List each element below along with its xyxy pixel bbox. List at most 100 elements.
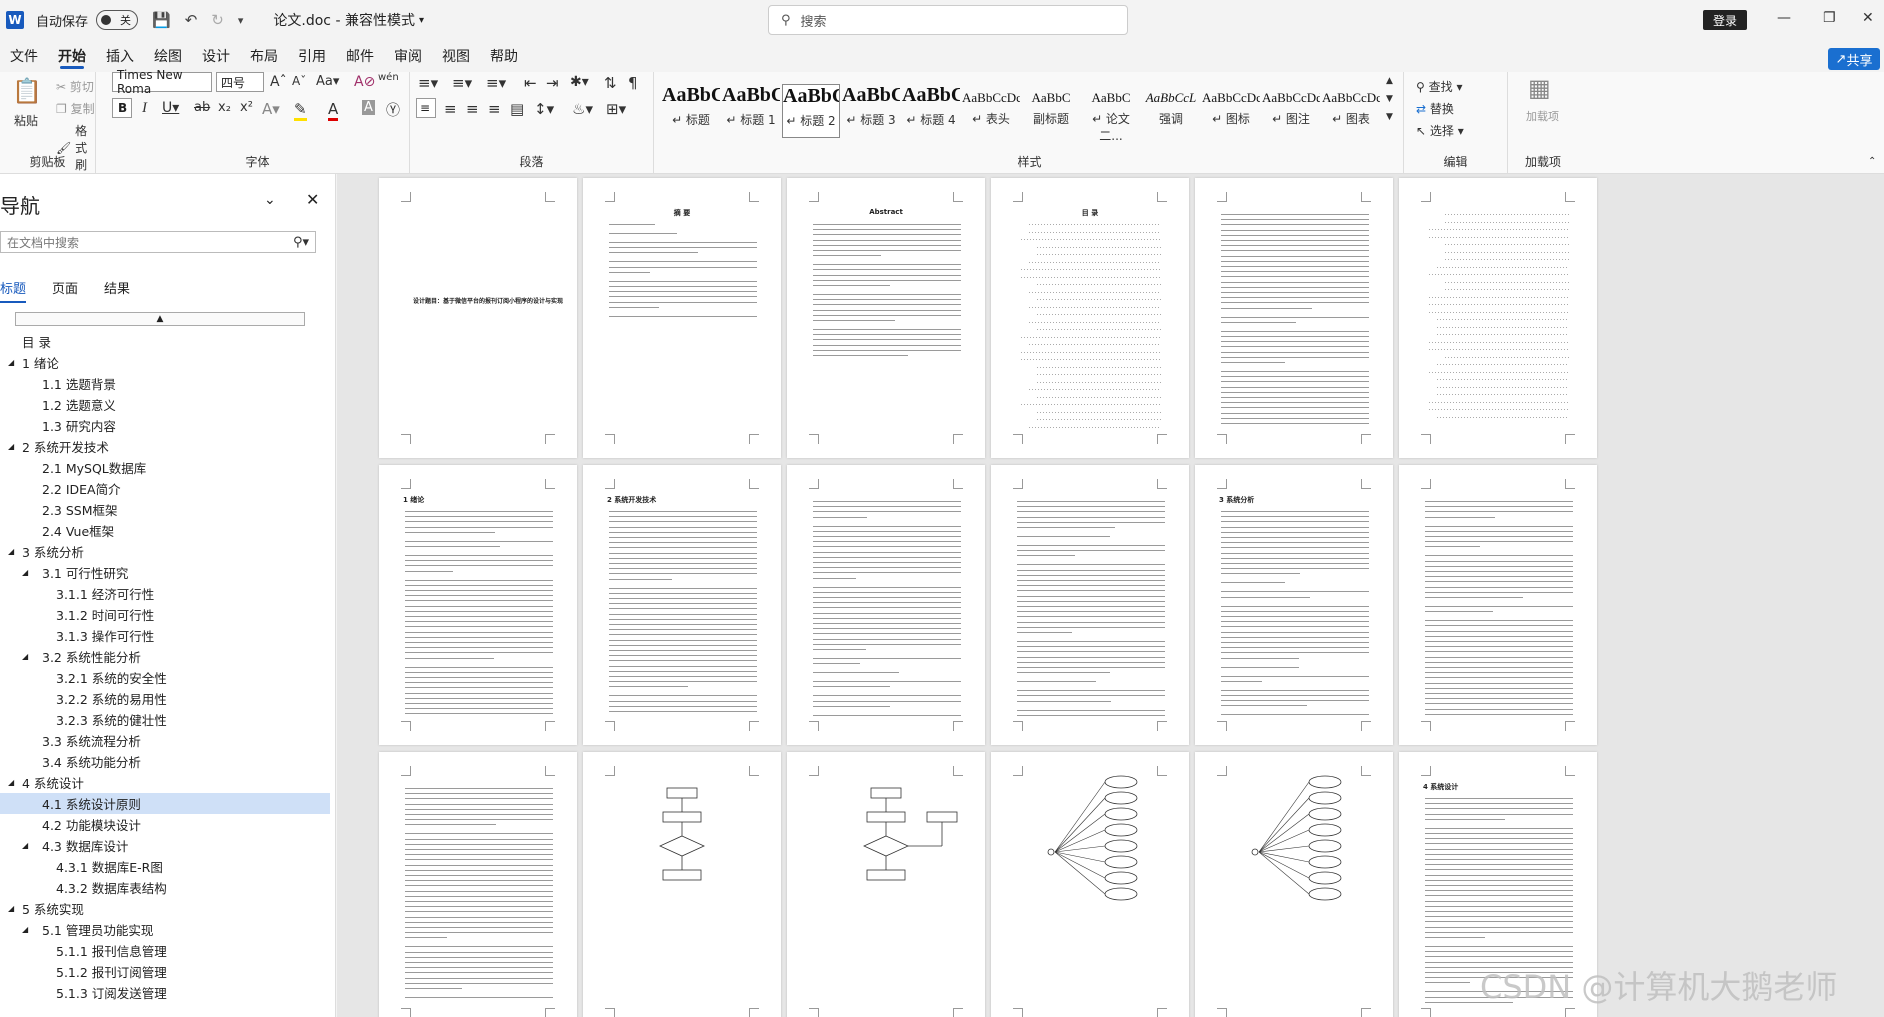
- collapse-triangle-icon[interactable]: ◢: [22, 652, 32, 661]
- nav-tab[interactable]: 标题: [0, 278, 27, 303]
- superscript-button[interactable]: x²: [240, 100, 253, 115]
- styles-scroll-down-icon[interactable]: ▼: [1386, 94, 1393, 104]
- toc-item[interactable]: ◢ 3.2 系统性能分析: [0, 646, 330, 667]
- underline-button[interactable]: U▾: [162, 100, 179, 116]
- page-thumbnail[interactable]: [1195, 752, 1393, 1017]
- distributed-icon[interactable]: ▤: [510, 100, 524, 118]
- copy-button[interactable]: ❐ 复制: [56, 100, 95, 117]
- menu-tab-6[interactable]: 引用: [288, 40, 336, 72]
- toc-item[interactable]: 1.3 研究内容: [0, 415, 330, 436]
- collapse-ribbon-icon[interactable]: ⌃: [1868, 156, 1876, 167]
- highlight-color-icon[interactable]: ✎: [294, 100, 307, 121]
- italic-button[interactable]: I: [142, 100, 147, 117]
- toc-item[interactable]: 2.4 Vue框架: [0, 520, 330, 541]
- cut-button[interactable]: ✂ 剪切: [56, 78, 94, 95]
- enclose-character-icon[interactable]: Ⓨ: [386, 100, 400, 120]
- redo-icon[interactable]: ↻: [211, 11, 224, 29]
- decrease-indent-icon[interactable]: ⇤: [524, 74, 537, 92]
- bullets-icon[interactable]: ≡▾: [418, 74, 438, 92]
- minimize-icon[interactable]: —: [1777, 10, 1791, 26]
- toc-item[interactable]: 2.3 SSM框架: [0, 499, 330, 520]
- toc-item[interactable]: 3.1.2 时间可行性: [0, 604, 330, 625]
- page-thumbnail[interactable]: 目 录: [991, 178, 1189, 458]
- toc-item[interactable]: 3.2.3 系统的健壮性: [0, 709, 330, 730]
- toc-item[interactable]: ◢ 5 系统实现: [0, 898, 330, 919]
- show-marks-icon[interactable]: ¶: [628, 74, 638, 92]
- style-item[interactable]: AaBbC 副标题: [1022, 84, 1080, 138]
- styles-scroll-up-icon[interactable]: ▲: [1386, 76, 1393, 86]
- collapse-triangle-icon[interactable]: ◢: [8, 358, 18, 367]
- page-thumbnail[interactable]: [1399, 465, 1597, 745]
- save-icon[interactable]: 💾: [152, 11, 171, 29]
- font-name-select[interactable]: Times New Roma: [112, 68, 212, 96]
- toc-item[interactable]: ◢ 1 绪论: [0, 352, 330, 373]
- align-right-icon[interactable]: ≡: [466, 100, 479, 118]
- page-thumbnail[interactable]: 3 系统分析: [1195, 465, 1393, 745]
- addins-grid-icon[interactable]: ▦: [1528, 74, 1551, 102]
- toc-item[interactable]: ◢ 5.1 管理员功能实现: [0, 919, 330, 940]
- toc-item[interactable]: ◢ 3.1 可行性研究: [0, 562, 330, 583]
- nav-tab[interactable]: 页面: [52, 278, 78, 303]
- collapse-triangle-icon[interactable]: ◢: [8, 442, 18, 451]
- collapse-triangle-icon[interactable]: ◢: [22, 568, 32, 577]
- restore-icon[interactable]: ❐: [1823, 10, 1836, 26]
- login-button[interactable]: 登录: [1703, 10, 1747, 30]
- change-case-icon[interactable]: Aa▾: [316, 74, 339, 89]
- undo-icon[interactable]: ↶: [185, 11, 198, 29]
- bold-button[interactable]: B: [112, 98, 132, 118]
- toc-item[interactable]: ◢ 4.3 数据库设计: [0, 835, 330, 856]
- toc-item[interactable]: 4.2 功能模块设计: [0, 814, 330, 835]
- menu-tab-0[interactable]: 文件: [0, 40, 48, 72]
- font-color-icon[interactable]: A: [328, 100, 339, 121]
- nav-search-input[interactable]: 在文档中搜索 ⚲▾: [0, 231, 316, 253]
- menu-tab-5[interactable]: 布局: [240, 40, 288, 72]
- page-thumbnail[interactable]: [1195, 178, 1393, 458]
- toc-scroll-up-bar[interactable]: ▲: [15, 312, 305, 326]
- style-item[interactable]: AaBbCcDc ↵ 图标: [1202, 84, 1260, 138]
- replace-button[interactable]: ⇄ 替换: [1416, 100, 1454, 117]
- toc-item[interactable]: 3.1.3 操作可行性: [0, 625, 330, 646]
- subscript-button[interactable]: x₂: [218, 100, 231, 115]
- select-button[interactable]: ↖ 选择 ▾: [1416, 122, 1464, 139]
- search-box[interactable]: ⚲ 搜索: [768, 5, 1128, 35]
- page-thumbnail[interactable]: [379, 752, 577, 1017]
- toc-item[interactable]: 5.1.2 报刊订阅管理: [0, 961, 330, 982]
- toc-item[interactable]: 1.2 选题意义: [0, 394, 330, 415]
- toc-item[interactable]: ◢ 4 系统设计: [0, 772, 330, 793]
- multilevel-list-icon[interactable]: ≡▾: [486, 74, 506, 92]
- strikethrough-button[interactable]: ab: [194, 100, 210, 115]
- page-thumbnail[interactable]: 1 绪论: [379, 465, 577, 745]
- shading-icon[interactable]: ♨▾: [572, 100, 593, 118]
- nav-tab[interactable]: 结果: [104, 278, 130, 303]
- style-item[interactable]: AaBbCcDc ↵ 表头: [962, 84, 1020, 138]
- page-thumbnail[interactable]: [991, 752, 1189, 1017]
- collapse-triangle-icon[interactable]: ◢: [22, 925, 32, 934]
- style-item[interactable]: AaBbCcDd ↵ 图注: [1262, 84, 1320, 138]
- style-item[interactable]: AaBbC ↵ 标题 1: [722, 84, 780, 138]
- collapse-triangle-icon[interactable]: ◢: [8, 904, 18, 913]
- nav-close-icon[interactable]: ✕: [306, 190, 319, 209]
- phonetic-guide-icon[interactable]: wén: [378, 72, 399, 83]
- menu-tab-9[interactable]: 视图: [432, 40, 480, 72]
- collapse-triangle-icon[interactable]: ◢: [8, 547, 18, 556]
- customize-quick-access-icon[interactable]: ▾: [238, 14, 244, 27]
- toc-item[interactable]: 5.1.3 订阅发送管理: [0, 982, 330, 1003]
- paste-button[interactable]: 粘贴: [14, 112, 38, 129]
- toc-item[interactable]: ◢ 2 系统开发技术: [0, 436, 330, 457]
- toc-item[interactable]: 2.1 MySQL数据库: [0, 457, 330, 478]
- document-title[interactable]: 论文.doc - 兼容性模式: [273, 10, 415, 30]
- clear-format-icon[interactable]: A⊘: [354, 74, 375, 90]
- page-thumbnail[interactable]: [1399, 178, 1597, 458]
- menu-tab-1[interactable]: 开始: [48, 40, 96, 72]
- shrink-font-icon[interactable]: Aˇ: [292, 74, 306, 88]
- toc-item[interactable]: ◢ 3 系统分析: [0, 541, 330, 562]
- toc-item[interactable]: 3.2.1 系统的安全性: [0, 667, 330, 688]
- page-thumbnail[interactable]: [787, 465, 985, 745]
- borders-icon[interactable]: ⊞▾: [606, 100, 626, 118]
- toc-item[interactable]: 1.1 选题背景: [0, 373, 330, 394]
- menu-tab-8[interactable]: 审阅: [384, 40, 432, 72]
- numbering-icon[interactable]: ≡▾: [452, 74, 472, 92]
- menu-tab-7[interactable]: 邮件: [336, 40, 384, 72]
- style-item[interactable]: AaBbC ↵ 论文二...: [1082, 84, 1140, 143]
- find-button[interactable]: ⚲ 查找 ▾: [1416, 78, 1462, 95]
